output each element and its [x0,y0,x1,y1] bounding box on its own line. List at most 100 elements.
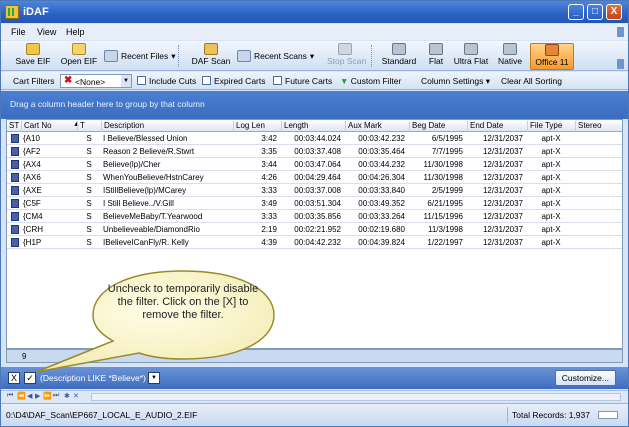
recent-files-button[interactable]: Recent Files ▾ [104,49,176,63]
window-title: iDAF [23,6,49,18]
flat-style-button[interactable]: Flat [423,43,449,70]
column-settings-button[interactable]: Column Settings ▾ [421,76,490,87]
office11-style-button[interactable]: Office 11 [530,43,574,70]
next-page-icon[interactable]: ⏩ [43,392,52,400]
table-row[interactable]: {CM4 S BelieveMeBaby/T.Yearwood 3:33 00:03:3… [7,211,622,223]
style-standard-icon [392,43,406,55]
include-cuts-checkbox[interactable]: Include Cuts [137,76,196,86]
cell-cart-no: {AXE [23,186,42,195]
title-bar[interactable]: iDAF _ □ X [1,1,628,23]
custom-filter-button[interactable]: ▼ Custom Filter [340,76,401,86]
table-row[interactable]: {CRH S Unbelieveable/DiamondRio 2:19 00:02:2… [7,224,622,236]
recent-scans-icon [237,50,251,62]
cell-aux-mark: 00:04:26.304 [358,173,405,182]
checkbox-box[interactable] [137,76,146,85]
menu-file[interactable]: File [11,27,26,37]
standard-style-button[interactable]: Standard [380,43,418,70]
toolbar-overflow-icon[interactable] [617,59,624,69]
checkbox-box[interactable] [202,76,211,85]
column-header-t[interactable]: T [77,121,101,132]
cell-description: Unbelieveable/DiamondRio [103,225,200,234]
menu-help[interactable]: Help [66,27,85,37]
horizontal-scrollbar[interactable] [91,393,621,401]
total-records: Total Records: 1,937 [512,410,590,420]
cell-length: 00:03:37.408 [294,147,341,156]
chevron-down-icon[interactable]: ▼ [121,75,131,87]
future-carts-label: Future Carts [285,76,333,86]
clear-filter-icon: ✖ [64,75,73,86]
column-header-cart-no[interactable]: Cart No [21,121,77,132]
menu-overflow-icon[interactable] [617,27,624,37]
cart-status-icon [11,173,19,182]
cell-file-type: apt-X [541,173,561,182]
cart-filter-combo[interactable]: ✖ <None> ▼ [60,74,132,88]
cell-aux-mark: 00:03:44.232 [358,160,405,169]
open-eif-button[interactable]: Open EIF [59,43,99,70]
column-header-beg-date[interactable]: Beg Date [409,121,467,132]
open-eif-label: Open EIF [60,56,98,66]
cell-aux-mark: 00:04:39.824 [358,238,405,247]
column-header-length[interactable]: Length [281,121,345,132]
expired-carts-checkbox[interactable]: Expired Carts [202,76,266,86]
next-record-icon[interactable]: ▶ [35,392,40,400]
cell-description: Believe(lp)/Cher [103,160,161,169]
delete-record-icon[interactable]: ✕ [73,392,79,400]
column-header-file-type[interactable]: File Type [527,121,575,132]
daf-scan-button[interactable]: DAF Scan [189,43,233,70]
prev-page-icon[interactable]: ⏪ [17,392,26,400]
prev-record-icon[interactable]: ◀ [27,392,32,400]
custom-filter-label: Custom Filter [350,76,402,86]
close-button[interactable]: X [606,4,622,20]
column-header-end-date[interactable]: End Date [467,121,527,132]
column-header-aux-mark[interactable]: Aux Mark [345,121,409,132]
table-row[interactable]: {C5F S I Still Believe../V.Gill 3:49 00:03:5… [7,198,622,210]
maximize-button[interactable]: □ [587,4,603,20]
table-row[interactable]: {AX6 S WhenYouBelieve/HstnCarey 4:26 00:04:2… [7,172,622,184]
column-header-stereo[interactable]: Stereo [575,121,622,132]
column-header-log-len[interactable]: Log Len [233,121,281,132]
table-row[interactable]: {A10 S I Believe/Blessed Union 3:42 00:03:44… [7,133,622,145]
clear-all-sorting-button[interactable]: Clear All Sorting [501,76,562,86]
stop-scan-button[interactable]: Stop Scan [327,43,366,70]
ultra-flat-style-button[interactable]: Ultra Flat [453,43,489,70]
scan-icon [204,43,218,55]
table-row[interactable]: {H1P S IBelieveICanFly/R. Kelly 4:39 00:04:4… [7,237,622,249]
cell-length: 00:03:47.064 [294,160,341,169]
group-by-panel[interactable]: Drag a column header here to group by th… [1,91,628,119]
cell-log-len: 2:19 [261,225,277,234]
expired-carts-label: Expired Carts [214,76,266,86]
toolbar-separator [371,45,373,67]
cell-length: 00:04:42.232 [294,238,341,247]
future-carts-checkbox[interactable]: Future Carts [273,76,332,86]
recent-scans-button[interactable]: Recent Scans ▾ [237,49,314,63]
app-icon [5,5,19,19]
insert-record-icon[interactable]: ✱ [64,392,70,400]
status-bar: 0:\D4\DAF_Scan\EP667_LOCAL_E_AUDIO_2.EIF… [1,403,628,426]
cell-description: IStillBelieve(lp)/MCarey [103,186,187,195]
cell-beg-date: 2/5/1999 [431,186,463,195]
customize-button[interactable]: Customize... [554,370,616,386]
native-style-button[interactable]: Native [495,43,525,70]
minimize-button[interactable]: _ [568,4,584,20]
cell-length: 00:03:37.008 [294,186,341,195]
table-row[interactable]: {AX4 S Believe(lp)/Cher 3:44 00:03:47.064 00:… [7,159,622,171]
table-row[interactable]: {AF2 S Reason 2 Believe/R.Stwrt 3:35 00:03:3… [7,146,622,158]
chevron-down-icon: ▾ [485,76,491,86]
daf-scan-label: DAF Scan [191,56,231,66]
first-record-icon[interactable]: ⏮ [7,392,13,400]
zoom-slider[interactable] [598,411,618,419]
save-eif-button[interactable]: Save EIF [13,43,53,70]
cell-cart-no: {A10 [23,134,40,143]
cell-log-len: 3:35 [261,147,277,156]
menu-view[interactable]: View [37,27,56,37]
cell-t: S [86,199,92,208]
column-header-description[interactable]: Description [101,121,233,132]
cell-end-date: 12/31/2037 [482,238,523,247]
checkbox-box[interactable] [273,76,282,85]
cell-file-type: apt-X [541,238,561,247]
last-record-icon[interactable]: ⏭ [53,392,59,400]
cell-aux-mark: 00:02:19.680 [358,225,405,234]
grid-header: ST Cart No ▲ T Description Log Len Lengt… [7,120,622,132]
table-row[interactable]: {AXE S IStillBelieve(lp)/MCarey 3:33 00:03:3… [7,185,622,197]
column-header-st[interactable]: ST [7,121,21,132]
